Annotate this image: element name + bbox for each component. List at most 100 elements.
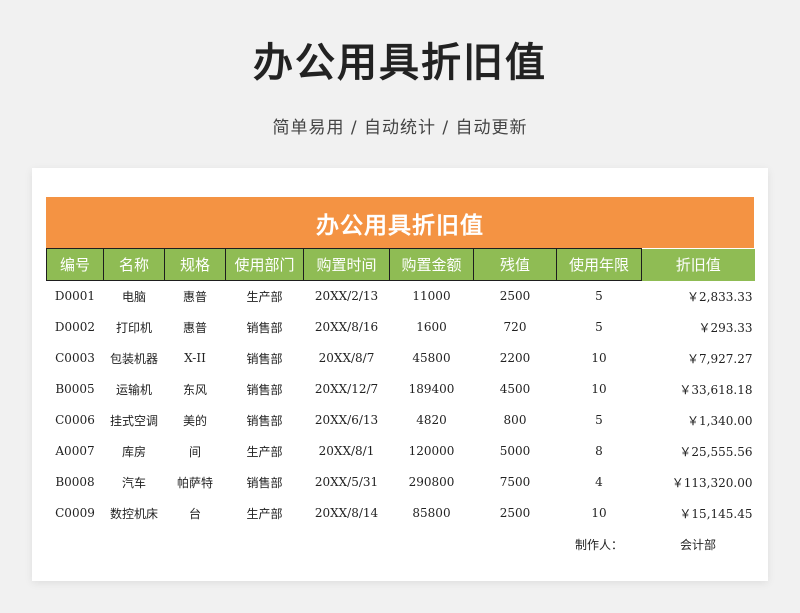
header-cell[interactable]: 使用年限 <box>556 248 642 281</box>
table-cell[interactable]: 间 <box>165 436 226 467</box>
table-row: B0008 汽车 帕萨特 销售部 20XX/5/31 290800 7500 4… <box>47 467 755 498</box>
table-cell[interactable]: 包装机器 <box>104 343 165 374</box>
table-row: B0005 运输机 东风 销售部 20XX/12/7 189400 4500 1… <box>47 374 755 405</box>
table-cell[interactable]: ￥1,340.00 <box>642 405 755 436</box>
table-cell[interactable]: 销售部 <box>226 312 304 343</box>
spreadsheet-card: 办公用具折旧值 编号 名称 规格 使用部门 购置时间 购置金额 残值 使用年限 … <box>32 168 768 581</box>
table-cell[interactable]: 库房 <box>104 436 165 467</box>
table-cell[interactable]: 4 <box>557 467 642 498</box>
table-cell[interactable]: ￥113,320.00 <box>642 467 755 498</box>
table-row: C0009 数控机床 台 生产部 20XX/8/14 85800 2500 10… <box>47 498 755 529</box>
table-cell[interactable]: 美的 <box>165 405 226 436</box>
table-cell[interactable]: C0006 <box>47 405 104 436</box>
table-cell[interactable]: 5000 <box>474 436 557 467</box>
header-cell[interactable]: 使用部门 <box>225 248 304 281</box>
table-cell[interactable]: 120000 <box>390 436 474 467</box>
table-cell[interactable]: 5 <box>557 405 642 436</box>
table-cell[interactable]: 4820 <box>390 405 474 436</box>
header-cell[interactable]: 购置时间 <box>303 248 390 281</box>
table-cell[interactable]: ￥293.33 <box>642 312 755 343</box>
table-cell[interactable]: 189400 <box>390 374 474 405</box>
table-cell[interactable]: 45800 <box>390 343 474 374</box>
table-cell[interactable]: X-II <box>165 343 226 374</box>
maker-value[interactable]: 会计部 <box>642 529 755 560</box>
table-cell[interactable] <box>474 529 557 560</box>
table-cell[interactable]: 7500 <box>474 467 557 498</box>
table-cell[interactable]: ￥7,927.27 <box>642 343 755 374</box>
table-cell[interactable]: 生产部 <box>226 281 304 312</box>
table-cell[interactable]: 20XX/5/31 <box>304 467 390 498</box>
table-cell[interactable]: D0002 <box>47 312 104 343</box>
table-cell[interactable]: 汽车 <box>104 467 165 498</box>
header-cell[interactable]: 残值 <box>473 248 557 281</box>
table-cell[interactable]: ￥15,145.45 <box>642 498 755 529</box>
table-cell[interactable]: 惠普 <box>165 281 226 312</box>
header-cell[interactable]: 规格 <box>164 248 226 281</box>
header-cell[interactable]: 名称 <box>103 248 165 281</box>
table-cell[interactable]: B0008 <box>47 467 104 498</box>
table-cell[interactable]: 帕萨特 <box>165 467 226 498</box>
table-cell[interactable]: B0005 <box>47 374 104 405</box>
table-cell[interactable]: 20XX/6/13 <box>304 405 390 436</box>
table-cell[interactable] <box>47 529 104 560</box>
table-cell[interactable] <box>304 529 390 560</box>
table-cell[interactable]: 20XX/2/13 <box>304 281 390 312</box>
table-cell[interactable]: 电脑 <box>104 281 165 312</box>
table-cell[interactable]: 20XX/8/7 <box>304 343 390 374</box>
table-cell[interactable]: C0003 <box>47 343 104 374</box>
table-header-row: 编号 名称 规格 使用部门 购置时间 购置金额 残值 使用年限 折旧值 <box>46 248 755 281</box>
table-cell[interactable]: 10 <box>557 498 642 529</box>
table-cell[interactable] <box>104 529 165 560</box>
table-cell[interactable]: 20XX/8/14 <box>304 498 390 529</box>
table-cell[interactable]: 5 <box>557 312 642 343</box>
table-cell[interactable]: 85800 <box>390 498 474 529</box>
table-cell[interactable]: 销售部 <box>226 467 304 498</box>
page-subtitle: 简单易用 / 自动统计 / 自动更新 <box>272 118 528 138</box>
maker-label[interactable]: 制作人： <box>557 529 642 560</box>
table-cell[interactable]: 11000 <box>390 281 474 312</box>
table-cell[interactable]: 2200 <box>474 343 557 374</box>
table-cell[interactable]: 20XX/12/7 <box>304 374 390 405</box>
table-cell[interactable]: 运输机 <box>104 374 165 405</box>
table-cell[interactable] <box>226 529 304 560</box>
table-cell[interactable]: D0001 <box>47 281 104 312</box>
table-cell[interactable]: 生产部 <box>226 436 304 467</box>
table-cell[interactable]: 打印机 <box>104 312 165 343</box>
table-row: A0007 库房 间 生产部 20XX/8/1 120000 5000 8 ￥2… <box>47 436 755 467</box>
table-cell[interactable]: 销售部 <box>226 343 304 374</box>
table-cell[interactable]: 销售部 <box>226 405 304 436</box>
table-cell[interactable]: 生产部 <box>226 498 304 529</box>
header-cell[interactable]: 折旧值 <box>641 248 755 281</box>
table-cell[interactable] <box>165 529 226 560</box>
depreciation-table: 编号 名称 规格 使用部门 购置时间 购置金额 残值 使用年限 折旧值 D000… <box>46 248 755 560</box>
table-cell[interactable]: 2500 <box>474 498 557 529</box>
table-cell[interactable]: ￥33,618.18 <box>642 374 755 405</box>
header-cell[interactable]: 购置金额 <box>389 248 474 281</box>
table-cell[interactable]: C0009 <box>47 498 104 529</box>
table-cell[interactable]: 290800 <box>390 467 474 498</box>
table-cell[interactable]: 720 <box>474 312 557 343</box>
table-cell[interactable]: 销售部 <box>226 374 304 405</box>
table-cell[interactable]: 800 <box>474 405 557 436</box>
table-cell[interactable]: 10 <box>557 374 642 405</box>
table-cell[interactable]: 数控机床 <box>104 498 165 529</box>
table-cell[interactable]: 台 <box>165 498 226 529</box>
table-cell[interactable]: 1600 <box>390 312 474 343</box>
table-cell[interactable] <box>390 529 474 560</box>
table-cell[interactable]: A0007 <box>47 436 104 467</box>
table-cell[interactable]: ￥25,555.56 <box>642 436 755 467</box>
header-cell[interactable]: 编号 <box>46 248 104 281</box>
table-cell[interactable]: 东风 <box>165 374 226 405</box>
table-cell[interactable]: 4500 <box>474 374 557 405</box>
table-row: C0003 包装机器 X-II 销售部 20XX/8/7 45800 2200 … <box>47 343 755 374</box>
page-title: 办公用具折旧值 <box>253 40 547 86</box>
table-cell[interactable]: 20XX/8/1 <box>304 436 390 467</box>
table-cell[interactable]: 10 <box>557 343 642 374</box>
table-cell[interactable]: 8 <box>557 436 642 467</box>
table-cell[interactable]: ￥2,833.33 <box>642 281 755 312</box>
table-cell[interactable]: 5 <box>557 281 642 312</box>
table-cell[interactable]: 20XX/8/16 <box>304 312 390 343</box>
table-cell[interactable]: 惠普 <box>165 312 226 343</box>
table-cell[interactable]: 挂式空调 <box>104 405 165 436</box>
table-cell[interactable]: 2500 <box>474 281 557 312</box>
